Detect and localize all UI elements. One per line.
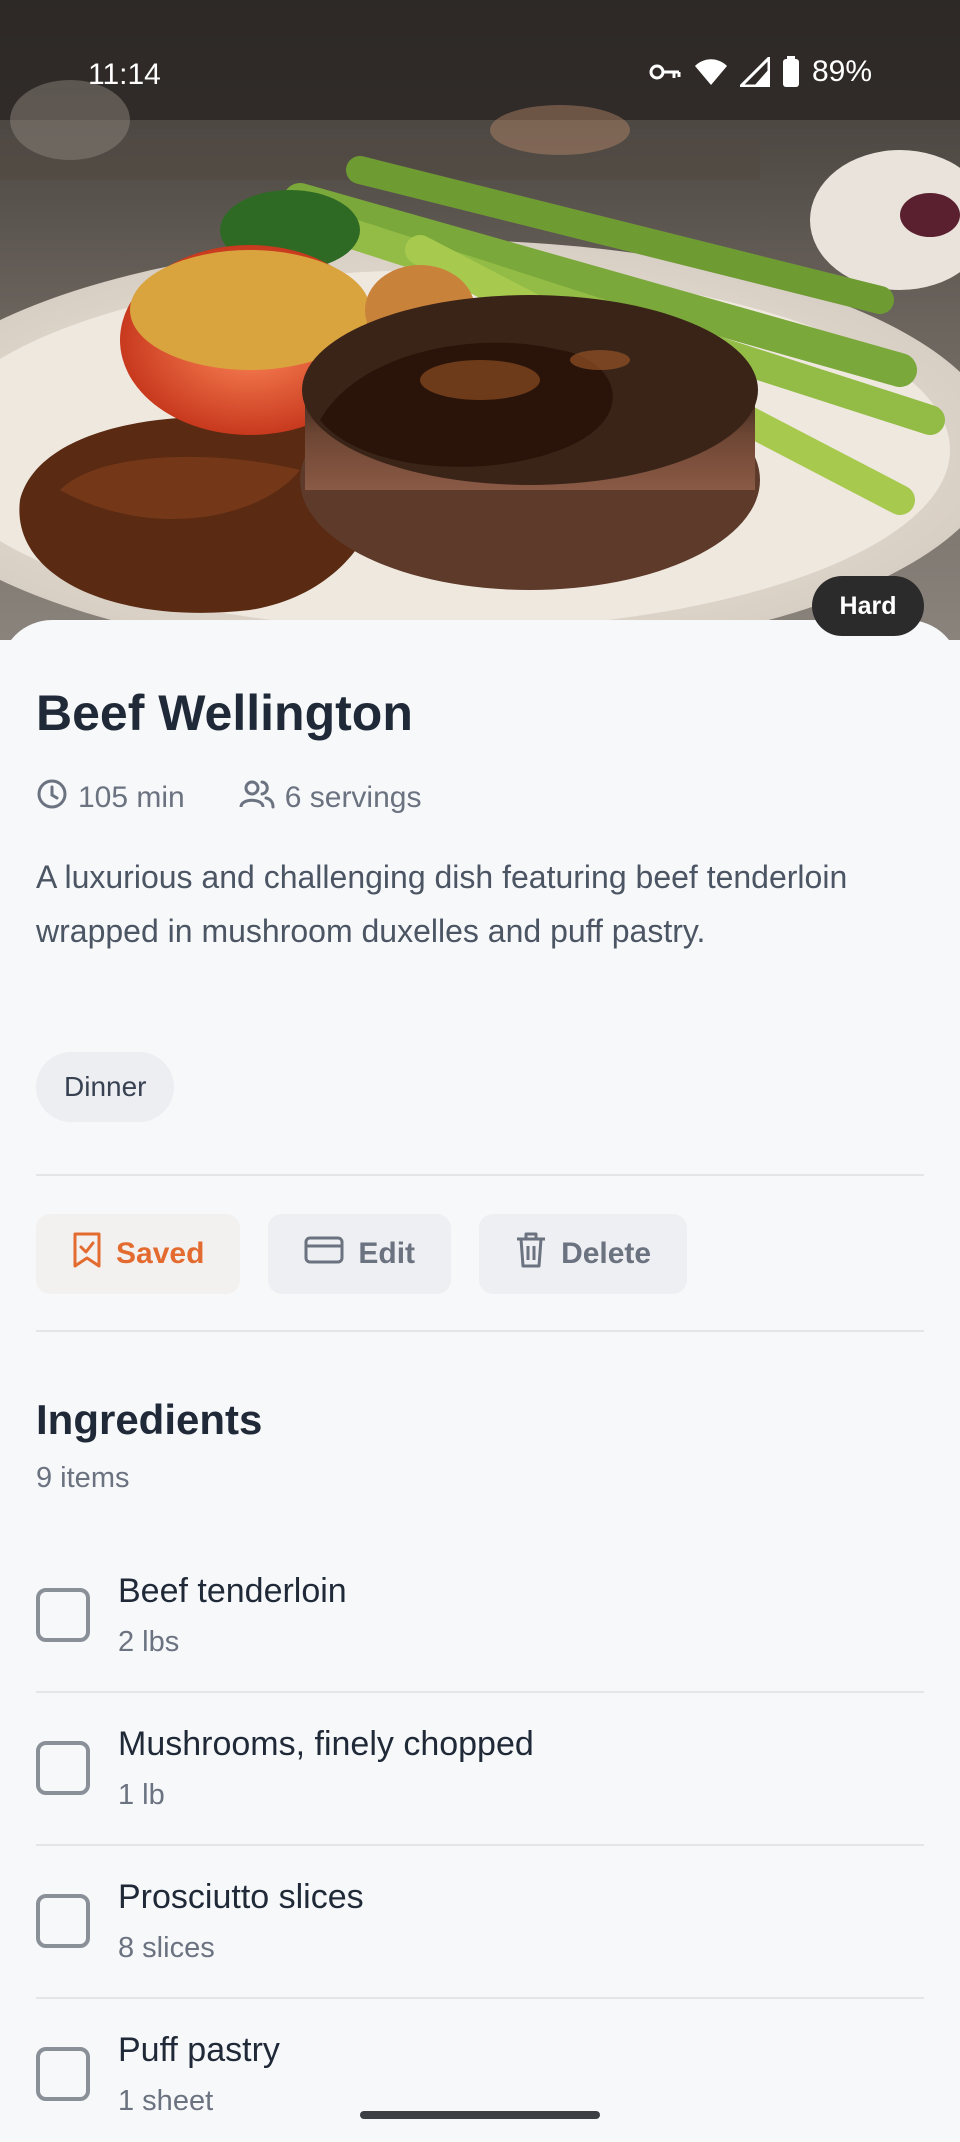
ingredient-name: Mushrooms, finely chopped xyxy=(118,1725,534,1763)
people-icon xyxy=(239,778,275,818)
saved-label: Saved xyxy=(116,1237,205,1270)
servings: 6 servings xyxy=(239,778,422,818)
ingredient-quantity: 1 sheet xyxy=(118,2085,214,2117)
ingredient-row[interactable]: Beef tenderloin 2 lbs xyxy=(36,1540,924,1693)
status-icons: 89% xyxy=(648,55,872,89)
servings-value: 6 servings xyxy=(284,781,422,814)
battery-percentage: 89% xyxy=(811,55,872,88)
edit-button[interactable]: Edit xyxy=(268,1214,452,1294)
wifi-icon xyxy=(694,57,728,87)
ingredient-quantity: 8 slices xyxy=(118,1932,215,1964)
status-bar: 11:14 89% xyxy=(0,0,960,150)
ingredient-name: Beef tenderloin xyxy=(118,1572,347,1610)
ingredient-quantity: 2 lbs xyxy=(118,1626,180,1658)
saved-button[interactable]: Saved xyxy=(36,1214,241,1294)
delete-label: Delete xyxy=(561,1237,652,1270)
recipe-actions: Saved Edit Delete xyxy=(36,1214,688,1294)
ingredient-name: Puff pastry xyxy=(118,2031,280,2069)
battery-icon xyxy=(782,56,800,88)
ingredients-heading: Ingredients xyxy=(36,1396,263,1443)
recipe-title: Beef Wellington xyxy=(36,685,413,741)
bookmark-check-icon xyxy=(72,1232,102,1276)
ingredients-count: 9 items xyxy=(36,1462,130,1494)
ingredients-list: Beef tenderloin 2 lbs Mushrooms, finely … xyxy=(36,1540,924,2142)
cook-time: 105 min xyxy=(36,778,185,818)
ingredient-checkbox[interactable] xyxy=(36,1894,90,1948)
divider xyxy=(36,1174,924,1176)
clock-icon xyxy=(36,778,68,818)
card-edit-icon xyxy=(304,1235,344,1273)
delete-button[interactable]: Delete xyxy=(479,1214,688,1294)
edit-label: Edit xyxy=(358,1237,416,1270)
ingredient-name: Prosciutto slices xyxy=(118,1878,364,1916)
recipe-detail-screen: 11:14 89% Beef Wellington 105 min 6 serv… xyxy=(0,0,960,2142)
ingredient-checkbox[interactable] xyxy=(36,1588,90,1642)
trash-icon xyxy=(515,1231,547,1277)
recipe-meta: 105 min 6 servings xyxy=(36,778,421,818)
ingredient-row[interactable]: Mushrooms, finely chopped 1 lb xyxy=(36,1693,924,1846)
ingredient-checkbox[interactable] xyxy=(36,2047,90,2101)
home-indicator[interactable] xyxy=(360,2111,600,2119)
ingredient-quantity: 1 lb xyxy=(118,1779,165,1811)
recipe-content-sheet: Beef Wellington 105 min 6 servings A lux… xyxy=(0,620,960,2142)
ingredient-checkbox[interactable] xyxy=(36,1741,90,1795)
category-tag[interactable]: Dinner xyxy=(36,1052,175,1122)
signal-icon xyxy=(739,57,770,87)
recipe-description: A luxurious and challenging dish featuri… xyxy=(36,859,848,949)
ingredient-row[interactable]: Prosciutto slices 8 slices xyxy=(36,1846,924,1999)
status-time: 11:14 xyxy=(88,58,161,91)
divider xyxy=(36,1330,924,1332)
vpn-key-icon xyxy=(648,60,682,84)
ingredient-row[interactable]: Puff pastry 1 sheet xyxy=(36,1999,924,2142)
cook-time-value: 105 min xyxy=(78,781,185,814)
difficulty-badge: Hard xyxy=(812,576,924,636)
